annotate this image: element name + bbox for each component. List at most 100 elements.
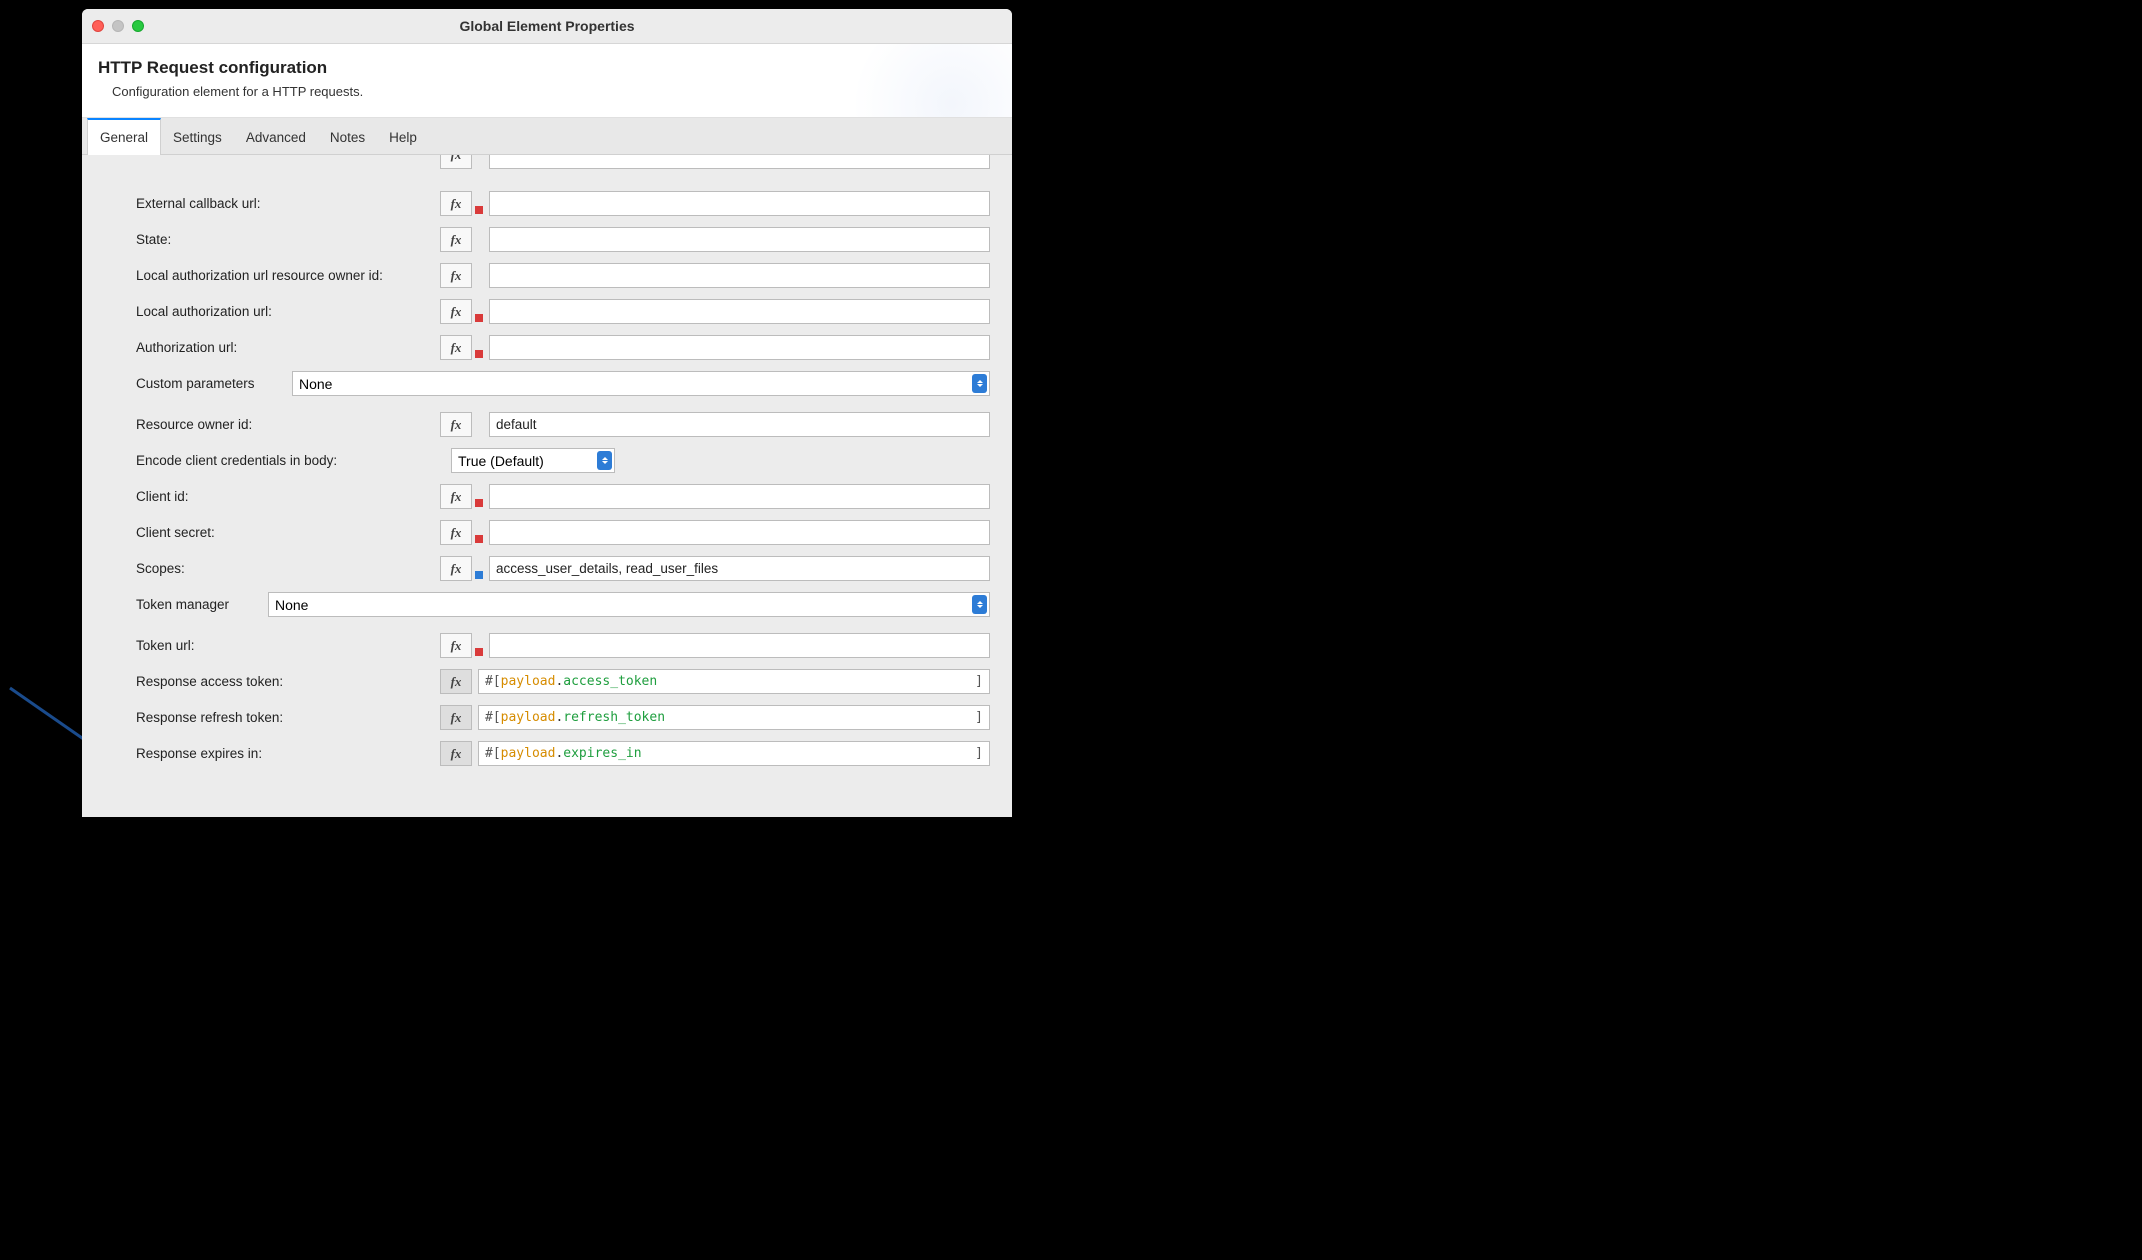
previous-input[interactable] xyxy=(489,155,990,169)
fx-toggle[interactable]: fx xyxy=(440,520,472,545)
info-indicator-icon xyxy=(475,571,483,579)
form-row-token-manager: Token manager None xyxy=(136,592,990,617)
expr-suffix: ] xyxy=(975,710,983,725)
form-row-response-refresh-token: Response refresh token: fx #[ payload . … xyxy=(136,705,990,730)
form-row-encode-client-credentials: Encode client credentials in body: True … xyxy=(136,448,990,473)
fx-toggle[interactable]: fx xyxy=(440,263,472,288)
response-expires-in-input[interactable]: #[ payload . expires_in ] xyxy=(478,741,990,766)
select-value: True (Default) xyxy=(458,453,544,469)
form-row-scopes: Scopes: fx xyxy=(136,556,990,581)
tab-general[interactable]: General xyxy=(87,118,161,155)
window-title: Global Element Properties xyxy=(82,18,1012,34)
field-label: Resource owner id: xyxy=(136,417,440,432)
zoom-button[interactable] xyxy=(132,20,144,32)
field-label: Token url: xyxy=(136,638,440,653)
field-label: Response refresh token: xyxy=(136,710,440,725)
minimize-button[interactable] xyxy=(112,20,124,32)
custom-parameters-select[interactable]: None xyxy=(292,371,990,396)
client-secret-input[interactable] xyxy=(489,520,990,545)
fx-toggle[interactable]: fx xyxy=(440,155,472,169)
fx-toggle[interactable]: fx xyxy=(440,705,472,730)
field-label: External callback url: xyxy=(136,196,440,211)
dialog-window: Global Element Properties HTTP Request c… xyxy=(82,9,1012,817)
field-label: Response access token: xyxy=(136,674,440,689)
window-controls xyxy=(92,20,144,32)
dialog-header: HTTP Request configuration Configuration… xyxy=(82,44,1012,118)
encode-client-credentials-select[interactable]: True (Default) xyxy=(451,448,615,473)
close-button[interactable] xyxy=(92,20,104,32)
expr-prefix: #[ xyxy=(485,746,501,761)
form-row-auth-url: Authorization url: fx xyxy=(136,335,990,360)
field-label: Custom parameters xyxy=(136,376,292,391)
required-indicator-icon xyxy=(475,499,483,507)
titlebar: Global Element Properties xyxy=(82,9,1012,44)
form-row-token-url: Token url: fx xyxy=(136,633,990,658)
external-callback-url-input[interactable] xyxy=(489,191,990,216)
fx-toggle[interactable]: fx xyxy=(440,191,472,216)
expr-dot: . xyxy=(555,674,563,689)
fx-toggle[interactable]: fx xyxy=(440,299,472,324)
field-label: Client id: xyxy=(136,489,440,504)
expr-payload: payload xyxy=(501,710,556,725)
required-indicator-icon xyxy=(475,535,483,543)
fx-toggle[interactable]: fx xyxy=(440,633,472,658)
expr-dot: . xyxy=(555,710,563,725)
form-row-custom-parameters: Custom parameters None xyxy=(136,371,990,396)
token-url-input[interactable] xyxy=(489,633,990,658)
field-label: Encode client credentials in body: xyxy=(136,453,440,468)
field-label: Local authorization url resource owner i… xyxy=(136,268,440,283)
tab-advanced[interactable]: Advanced xyxy=(234,118,318,154)
fx-toggle[interactable]: fx xyxy=(440,335,472,360)
response-access-token-input[interactable]: #[ payload . access_token ] xyxy=(478,669,990,694)
select-arrows-icon xyxy=(972,374,987,393)
field-label: Authorization url: xyxy=(136,340,440,355)
field-label: Local authorization url: xyxy=(136,304,440,319)
state-input[interactable] xyxy=(489,227,990,252)
expr-prefix: #[ xyxy=(485,674,501,689)
form-row-local-auth-url: Local authorization url: fx xyxy=(136,299,990,324)
fx-toggle[interactable]: fx xyxy=(440,741,472,766)
expr-suffix: ] xyxy=(975,674,983,689)
expr-suffix: ] xyxy=(975,746,983,761)
resource-owner-id-input[interactable] xyxy=(489,412,990,437)
field-label: Token manager xyxy=(136,597,268,612)
form-row-state: State: fx xyxy=(136,227,990,252)
fx-toggle[interactable]: fx xyxy=(440,227,472,252)
tab-help[interactable]: Help xyxy=(377,118,429,154)
expr-payload: payload xyxy=(501,746,556,761)
form-row-external-callback-url: External callback url: fx xyxy=(136,191,990,216)
expr-property: refresh_token xyxy=(563,710,665,725)
required-indicator-icon xyxy=(475,350,483,358)
field-label: State: xyxy=(136,232,440,247)
select-arrows-icon xyxy=(972,595,987,614)
form-content[interactable]: fx External callback url: fx State: fx L… xyxy=(82,155,1012,817)
form-row-response-access-token: Response access token: fx #[ payload . a… xyxy=(136,669,990,694)
form-row-previous: fx xyxy=(136,155,990,180)
required-indicator-icon xyxy=(475,648,483,656)
select-value: None xyxy=(299,376,332,392)
auth-url-input[interactable] xyxy=(489,335,990,360)
tab-settings[interactable]: Settings xyxy=(161,118,234,154)
field-label: Client secret: xyxy=(136,525,440,540)
select-arrows-icon xyxy=(597,451,612,470)
scopes-input[interactable] xyxy=(489,556,990,581)
form-row-client-id: Client id: fx xyxy=(136,484,990,509)
local-auth-url-input[interactable] xyxy=(489,299,990,324)
field-label: Response expires in: xyxy=(136,746,440,761)
tab-notes[interactable]: Notes xyxy=(318,118,377,154)
local-auth-url-owner-id-input[interactable] xyxy=(489,263,990,288)
fx-toggle[interactable]: fx xyxy=(440,556,472,581)
response-refresh-token-input[interactable]: #[ payload . refresh_token ] xyxy=(478,705,990,730)
field-label: Scopes: xyxy=(136,561,440,576)
expr-prefix: #[ xyxy=(485,710,501,725)
client-id-input[interactable] xyxy=(489,484,990,509)
fx-toggle[interactable]: fx xyxy=(440,669,472,694)
token-manager-select[interactable]: None xyxy=(268,592,990,617)
expr-dot: . xyxy=(555,746,563,761)
fx-toggle[interactable]: fx xyxy=(440,484,472,509)
form-row-resource-owner-id: Resource owner id: fx xyxy=(136,412,990,437)
form-row-local-auth-url-owner-id: Local authorization url resource owner i… xyxy=(136,263,990,288)
form-row-response-expires-in: Response expires in: fx #[ payload . exp… xyxy=(136,741,990,766)
fx-toggle[interactable]: fx xyxy=(440,412,472,437)
expr-payload: payload xyxy=(501,674,556,689)
